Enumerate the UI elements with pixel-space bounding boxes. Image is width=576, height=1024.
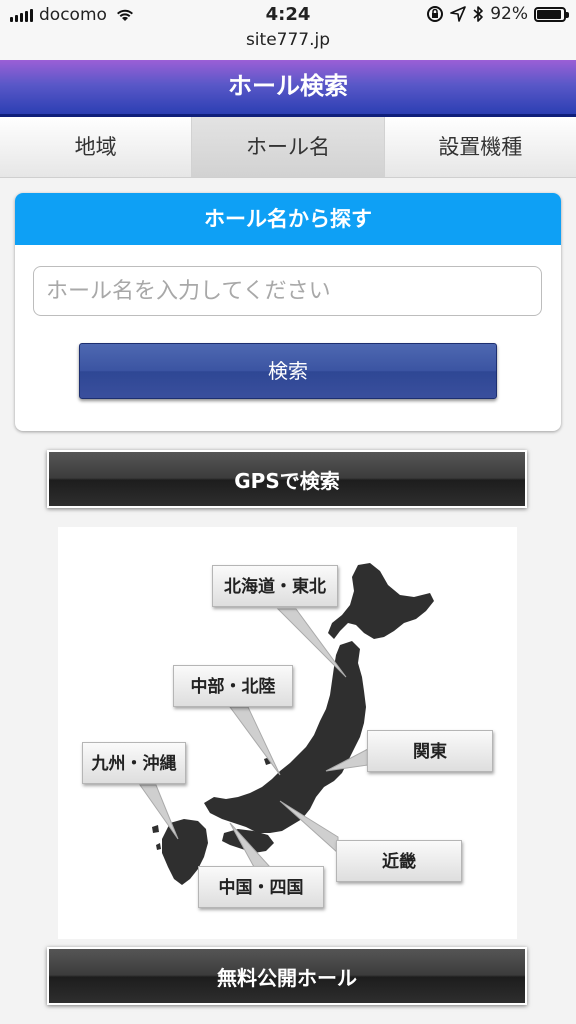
status-bar: docomo 4:24 92% site777.jp bbox=[0, 0, 576, 60]
japan-region-map: 北海道・東北 中部・北陸 関東 九州・沖縄 近畿 中国・四国 bbox=[58, 527, 517, 939]
bluetooth-icon bbox=[473, 6, 484, 22]
tab-bar: 地域 ホール名 設置機種 bbox=[0, 117, 576, 178]
region-chugoku-shikoku-label[interactable]: 中国・四国 bbox=[198, 866, 324, 908]
address-bar-url[interactable]: site777.jp bbox=[0, 30, 576, 50]
callout-pointer-chubu-hokuriku bbox=[229, 706, 281, 776]
search-card-heading: ホール名から探す bbox=[15, 193, 561, 245]
callout-pointer-kyushu-okinawa bbox=[139, 784, 179, 840]
tab-installed-machines[interactable]: 設置機種 bbox=[384, 117, 576, 177]
battery-icon bbox=[534, 6, 569, 22]
hall-name-search-card: ホール名から探す 検索 bbox=[15, 193, 561, 431]
hokkaido-shape[interactable] bbox=[328, 563, 434, 639]
region-kyushu-okinawa-label[interactable]: 九州・沖縄 bbox=[82, 742, 186, 784]
search-button[interactable]: 検索 bbox=[79, 343, 497, 399]
location-arrow-icon bbox=[450, 6, 467, 22]
region-kanto-label[interactable]: 関東 bbox=[367, 730, 493, 772]
page-title: ホール検索 bbox=[0, 60, 576, 117]
free-public-halls-button[interactable]: 無料公開ホール bbox=[47, 947, 527, 1005]
region-kinki-label[interactable]: 近畿 bbox=[336, 840, 462, 882]
orientation-lock-icon bbox=[427, 6, 444, 22]
island-shape bbox=[156, 843, 161, 850]
tab-hall-name[interactable]: ホール名 bbox=[192, 117, 385, 177]
island-shape bbox=[152, 825, 159, 833]
gps-search-button[interactable]: GPSで検索 bbox=[47, 450, 527, 508]
hall-name-search-input[interactable] bbox=[33, 266, 542, 316]
region-chubu-hokuriku-label[interactable]: 中部・北陸 bbox=[173, 665, 293, 707]
tab-region[interactable]: 地域 bbox=[0, 117, 193, 177]
battery-percentage: 92% bbox=[490, 4, 528, 24]
region-hokkaido-tohoku-label[interactable]: 北海道・東北 bbox=[212, 565, 338, 607]
